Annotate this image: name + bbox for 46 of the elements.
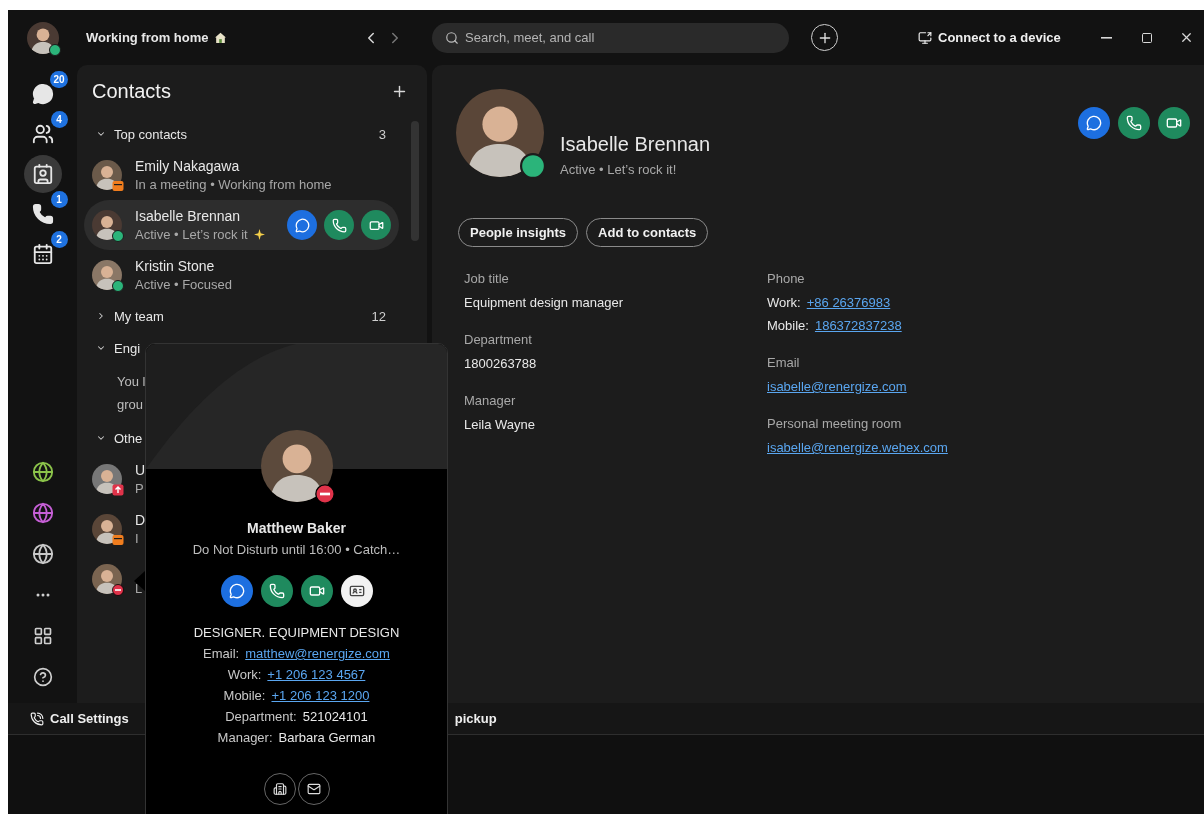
contact-status: I [135, 531, 139, 546]
section-label: Engi [114, 340, 141, 356]
field-label: Phone [767, 271, 806, 286]
section-count: 3 [378, 126, 386, 142]
job-title: DESIGNER. EQUIPMENT DESIGN [193, 625, 400, 640]
contact-name: Isabelle Brennan [135, 208, 242, 224]
section-count: 12 [371, 308, 386, 324]
contact-name: Matthew Baker [247, 520, 346, 536]
contact-status: Active • Focused [135, 277, 233, 292]
detail-value: 521024101 [302, 709, 368, 724]
field-label: Mobile: [767, 318, 809, 333]
section-label: My team [114, 308, 164, 324]
field-label: Department [464, 332, 533, 347]
contact-name: U [135, 462, 146, 478]
contact-name: Emily Nakagawa [135, 158, 241, 174]
contact-status: P [135, 481, 144, 496]
count-badge: 20 [50, 71, 68, 88]
field-label: Personal meeting room [767, 416, 903, 431]
field-value: Leila Wayne [464, 417, 537, 432]
detail-value: Barbara German [278, 730, 376, 745]
field-value: 1800263788 [464, 356, 538, 371]
section-label: Othe [114, 430, 143, 446]
count-badge: 2 [50, 231, 68, 248]
contact-status: L [135, 581, 143, 596]
panel-title: Contacts [92, 80, 171, 103]
detail-label: Manager: [217, 730, 273, 745]
detail-label: Work: [227, 667, 262, 682]
contact-name: D [135, 512, 146, 528]
detail-label: Mobile: [223, 688, 266, 703]
contact-status: Active • Let’s rock it [135, 227, 248, 242]
contact-name: Kristin Stone [135, 258, 216, 274]
count-badge: 1 [50, 191, 68, 208]
contact-status: Active • Let’s rock it! [560, 162, 678, 177]
field-label: Work: [767, 295, 801, 310]
field-label: Manager [464, 393, 517, 408]
section-label: Top contacts [114, 126, 187, 142]
contact-status: Do Not Disturb until 16:00 • Catch… [192, 542, 401, 557]
field-label: Job title [464, 271, 510, 286]
detail-label: Email: [203, 646, 240, 661]
detail-label: Department: [225, 709, 297, 724]
contact-status: In a meeting • Working from home [135, 177, 332, 192]
section-note: You l grou [117, 373, 147, 414]
count-badge: 4 [50, 111, 68, 128]
field-value: Equipment design manager [464, 295, 624, 310]
contact-name: Isabelle Brennan [560, 133, 711, 156]
field-label: Email [767, 355, 801, 370]
